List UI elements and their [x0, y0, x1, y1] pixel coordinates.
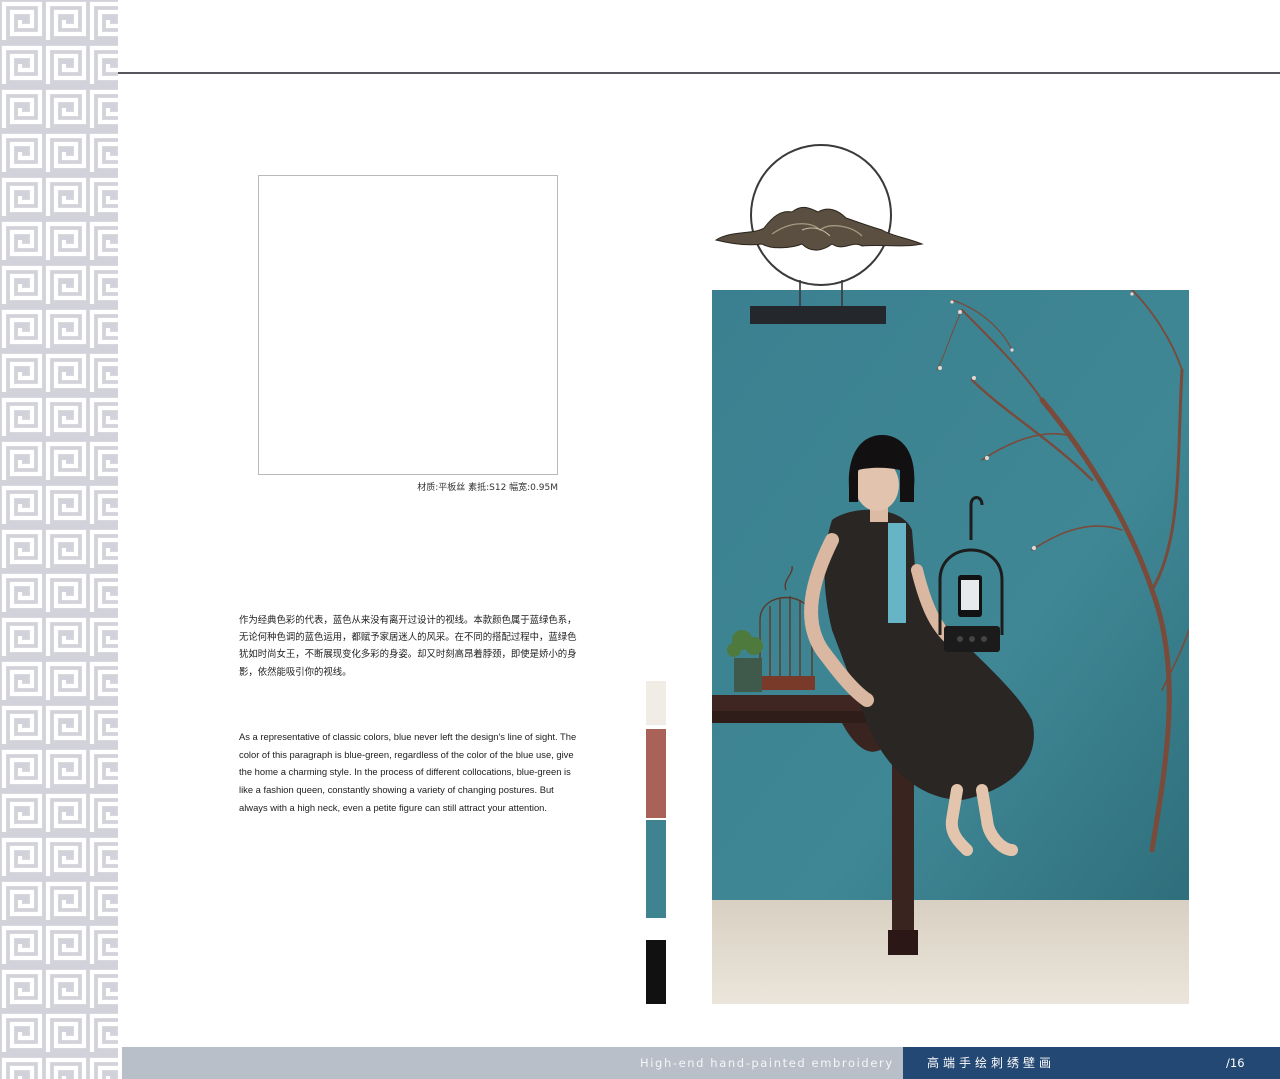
- lifestyle-photo: [712, 290, 1189, 1004]
- fret-pattern-strip: [0, 0, 118, 1079]
- swatch-teal: [646, 820, 666, 918]
- description-english: As a representative of classic colors, b…: [239, 731, 577, 813]
- page-number: /16: [1226, 1056, 1245, 1070]
- mountain-ornament: [712, 140, 942, 330]
- swatch-cream: [646, 681, 666, 725]
- top-rule: [118, 72, 1280, 74]
- swatch-brick-red: [646, 729, 666, 818]
- swatch-black: [646, 940, 666, 1004]
- description-chinese: 作为经典色彩的代表，蓝色从来没有离开过设计的视线。本款颜色属于蓝绿色系，无论何种…: [239, 615, 577, 678]
- footer-chinese-title: 高端手绘刺绣壁画: [927, 1056, 1056, 1070]
- material-caption: 材质:平板丝 素抵:S12 幅宽:0.95M: [417, 483, 558, 493]
- empty-image-frame: [258, 175, 558, 475]
- footer-english-title: High-end hand-painted embroidery: [640, 1056, 894, 1070]
- color-swatches: [646, 681, 666, 1004]
